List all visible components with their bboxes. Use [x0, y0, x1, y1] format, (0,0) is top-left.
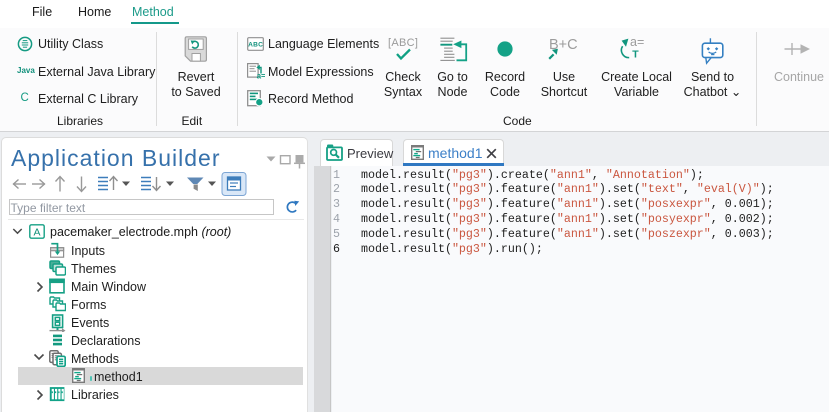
svg-text:A: A — [33, 226, 40, 238]
svg-text:ABC: ABC — [248, 41, 263, 48]
svg-text:a=: a= — [257, 72, 265, 79]
svg-text:T: T — [632, 48, 639, 60]
